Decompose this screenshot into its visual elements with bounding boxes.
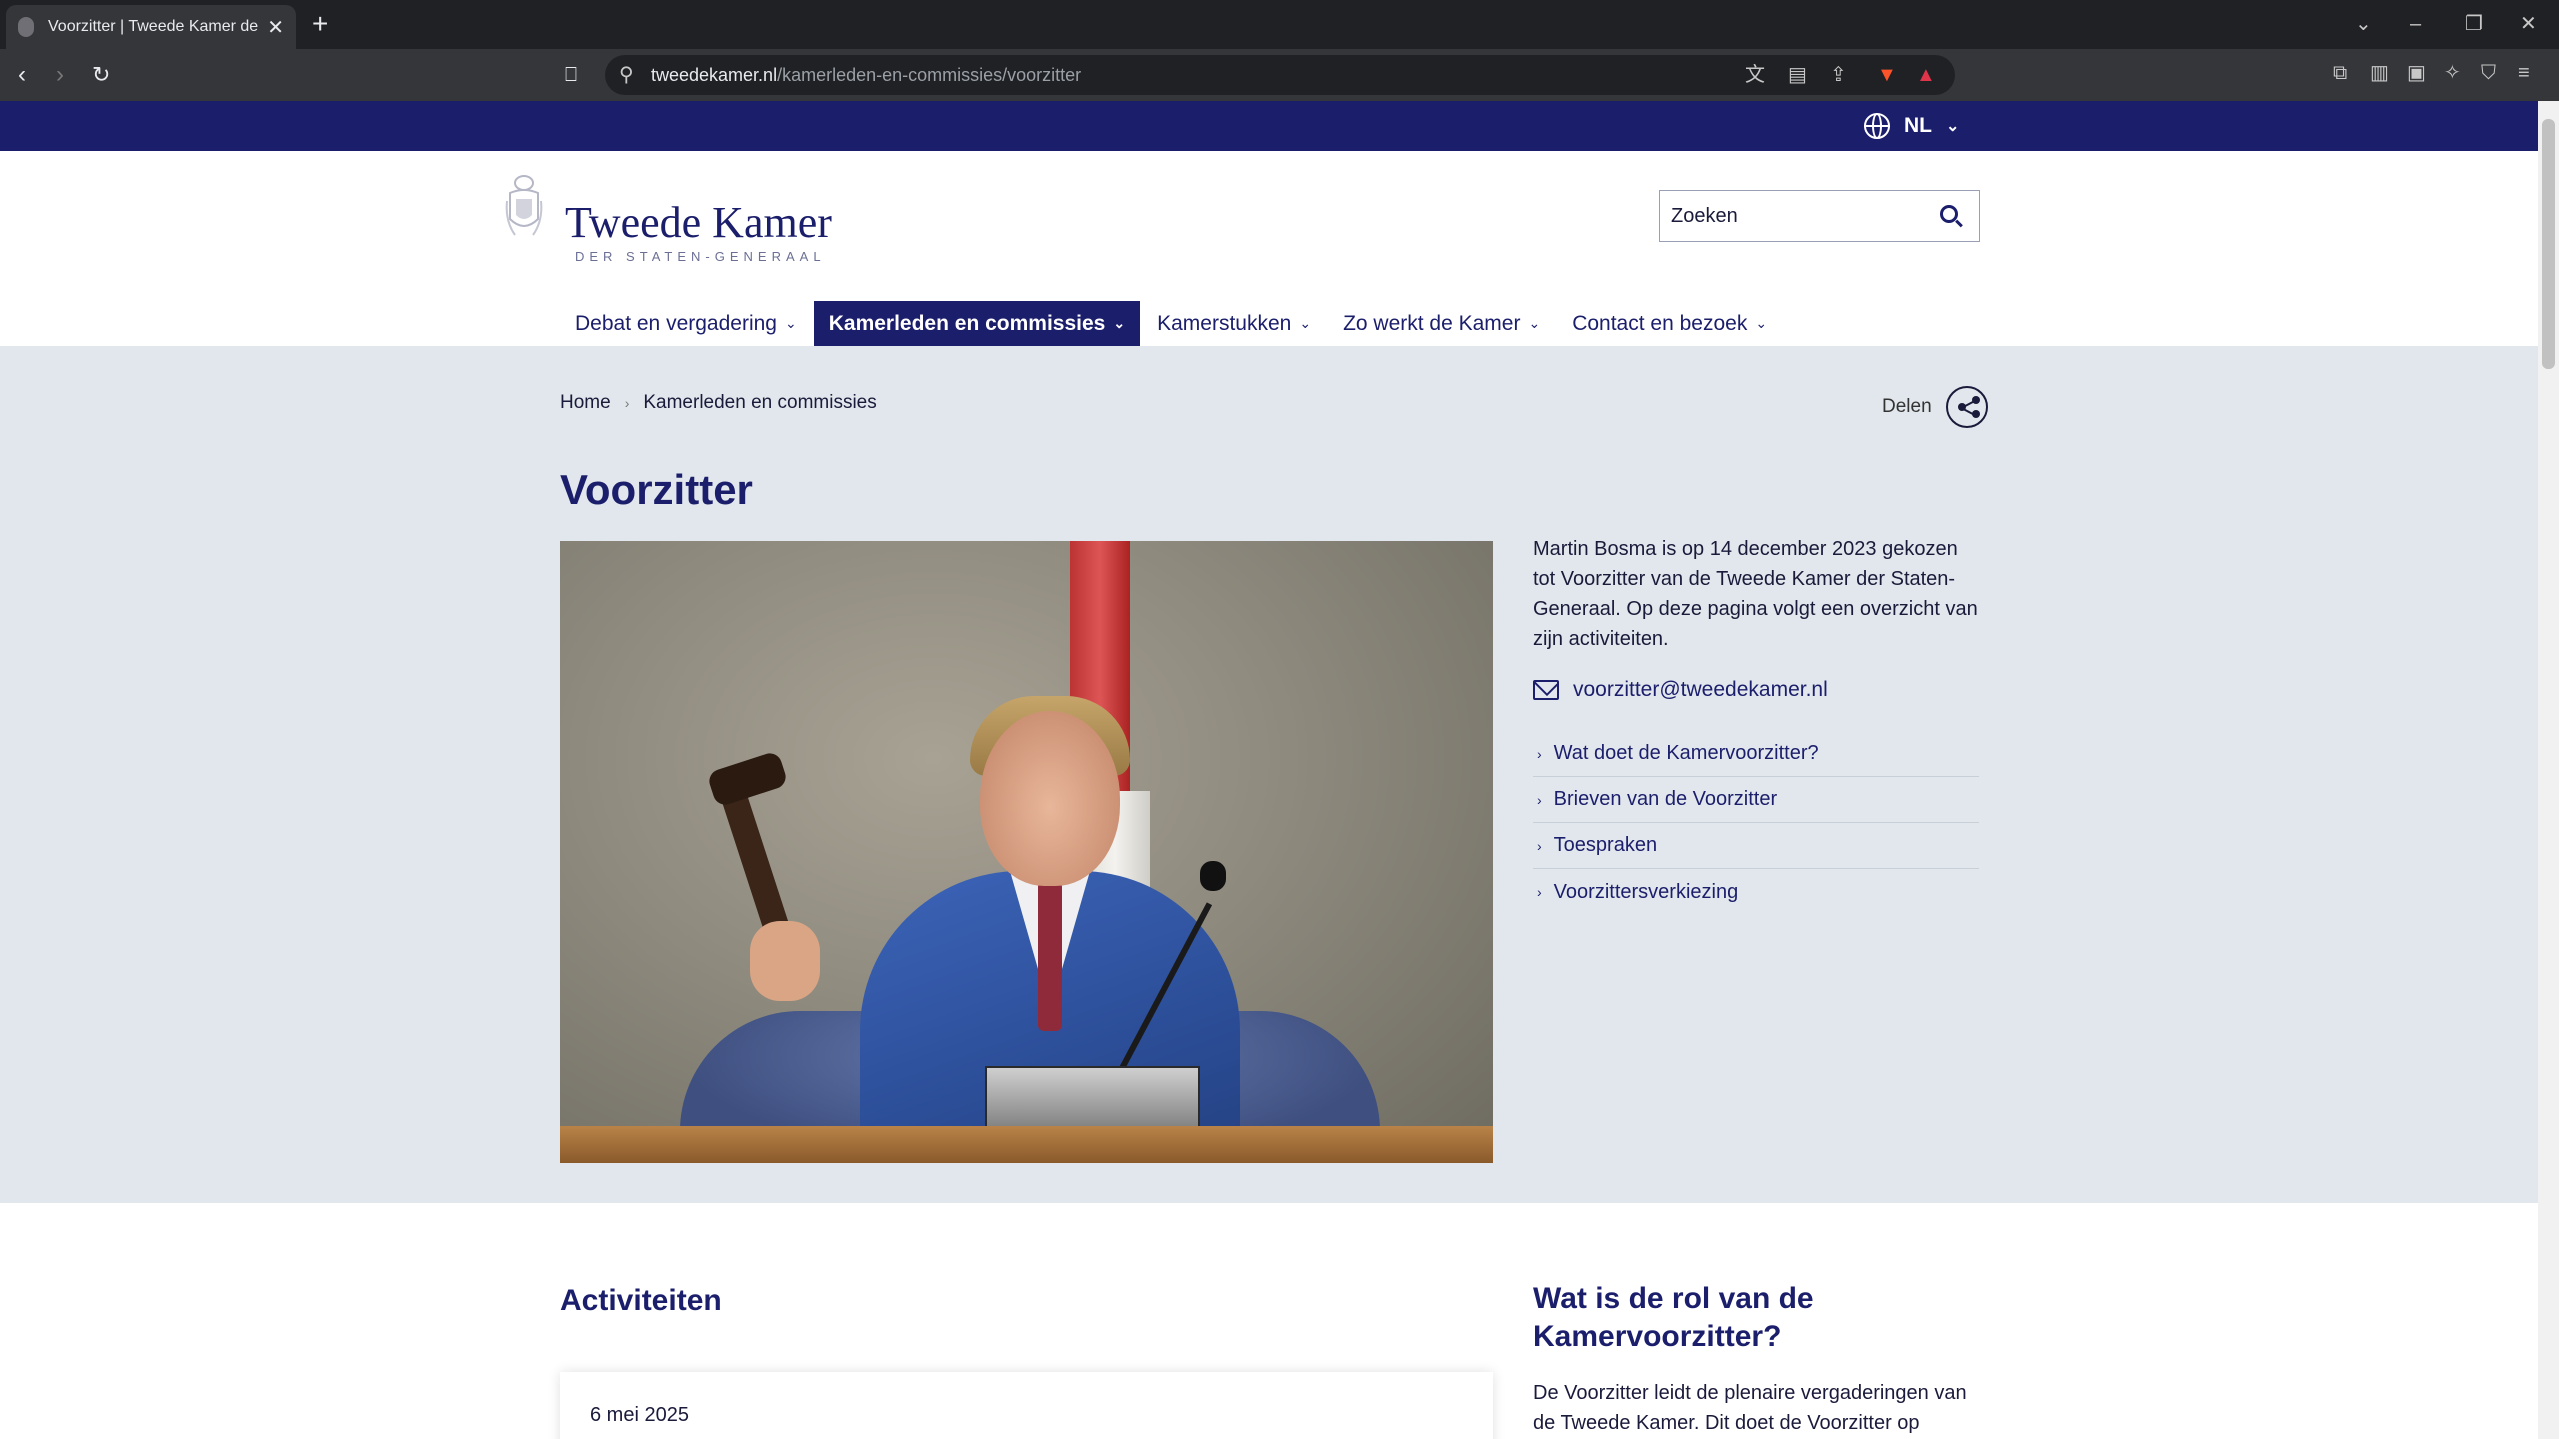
hero-section: Home › Kamerleden en commissies Delen Vo…	[0, 346, 2538, 1203]
nav-item-kamerstukken[interactable]: Kamerstukken ⌄	[1142, 301, 1326, 346]
link-label: Voorzittersverkiezing	[1553, 880, 1739, 903]
language-label: NL	[1904, 114, 1932, 137]
reader-mode-icon[interactable]: ▤	[1788, 64, 1807, 86]
mail-icon	[1533, 680, 1559, 700]
chevron-down-icon: ⌄	[1299, 315, 1312, 331]
chevron-down-icon: ⌄	[1528, 315, 1541, 331]
share-label: Delen	[1882, 396, 1932, 417]
link-label: Brieven van de Voorzitter	[1553, 788, 1778, 810]
nav-item-kamerleden-en-commissies[interactable]: Kamerleden en commissies ⌄	[813, 301, 1141, 346]
nav-item-label: Kamerstukken	[1157, 311, 1292, 335]
activity-date: 6 mei 2025	[590, 1404, 689, 1426]
url-path: /kamerleden-en-commissies/voorzitter	[777, 65, 1082, 85]
nav-item-label: Debat en vergadering	[575, 311, 777, 335]
nav-item-contact-en-bezoek[interactable]: Contact en bezoek ⌄	[1557, 301, 1782, 346]
nav-item-debat-en-vergadering[interactable]: Debat en vergadering ⌄	[560, 301, 812, 346]
minimize-icon[interactable]: –	[2410, 10, 2421, 38]
nav-item-label: Contact en bezoek	[1572, 311, 1748, 335]
vpn-icon[interactable]: ⛉	[2481, 62, 2496, 84]
brave-shields-icon[interactable]: ▼	[1877, 64, 1897, 86]
chevron-down-icon: ⌄	[1755, 315, 1768, 331]
chevron-right-icon: ›	[1537, 791, 1542, 808]
search-input[interactable]	[1660, 191, 1920, 241]
url-domain: tweedekamer.nl	[651, 65, 778, 85]
intro-text: Martin Bosma is op 14 december 2023 geko…	[1533, 538, 1978, 650]
email-link[interactable]: voorzitter@tweedekamer.nl	[1533, 678, 1828, 702]
share-icon	[1945, 386, 1988, 428]
chevron-down-icon: ⌄	[1946, 118, 1960, 135]
sidebar-icon[interactable]: ▥	[2370, 62, 2389, 84]
link-brieven-van-de-voorzitter[interactable]: › Brieven van de Voorzitter	[1533, 777, 1979, 823]
page-scrollbar[interactable]	[2538, 101, 2559, 1439]
chevron-down-icon: ⌄	[1113, 315, 1126, 331]
email-address: voorzitter@tweedekamer.nl	[1573, 678, 1828, 701]
breadcrumb: Home › Kamerleden en commissies	[560, 392, 877, 414]
link-label: Toespraken	[1553, 834, 1658, 856]
chevron-right-icon: ›	[1537, 884, 1542, 900]
extensions-icon[interactable]: ⧉	[2333, 62, 2347, 84]
close-tab-icon[interactable]: ✕	[267, 15, 284, 40]
link-voorzittersverkiezing[interactable]: › Voorzittersverkiezing	[1533, 869, 1979, 915]
url-text[interactable]: tweedekamer.nl/kamerleden-en-commissies/…	[651, 65, 1081, 86]
link-wat-doet-de-kamervoorzitter[interactable]: › Wat doet de Kamervoorzitter?	[1533, 731, 1979, 777]
chevron-right-icon: ›	[1537, 837, 1542, 854]
wallet-icon[interactable]: ▣	[2407, 62, 2426, 84]
browser-tab-bar: Voorzitter | Tweede Kamer der S ✕ + ⌄ – …	[0, 0, 2559, 49]
search-box	[1659, 190, 1980, 242]
restore-icon[interactable]: ❐	[2465, 10, 2483, 38]
role-text: De Voorzitter leidt de plenaire vergader…	[1533, 1382, 1967, 1434]
chevron-down-icon: ⌄	[784, 315, 797, 331]
logo-title[interactable]: Tweede Kamer	[565, 197, 832, 248]
share-page-icon[interactable]: ⇪	[1830, 64, 1847, 86]
address-bar[interactable]: ⚲ tweedekamer.nl/kamerleden-en-commissie…	[605, 55, 1955, 95]
site-top-bar: NL ⌄	[0, 101, 2538, 151]
breadcrumb-current-link[interactable]: Kamerleden en commissies	[643, 392, 876, 414]
nav-item-zo-werkt-de-kamer[interactable]: Zo werkt de Kamer ⌄	[1328, 301, 1555, 346]
site-header: Tweede Kamer DER STATEN-GENERAAL Debat e…	[0, 151, 2538, 346]
logo-subtitle: DER STATEN-GENERAAL	[575, 249, 826, 264]
reload-icon[interactable]: ↻	[92, 63, 110, 87]
nav-item-label: Zo werkt de Kamer	[1343, 311, 1521, 335]
tab-title: Voorzitter | Tweede Kamer der S	[48, 18, 258, 35]
scrollbar-thumb[interactable]	[2542, 119, 2555, 369]
bookmark-icon[interactable]: ⎕	[565, 63, 577, 87]
chevron-right-icon: ›	[624, 395, 630, 411]
nav-item-label: Kamerleden en commissies	[828, 311, 1106, 335]
chevron-right-icon: ›	[1537, 745, 1542, 762]
menu-icon[interactable]: ≡	[2518, 62, 2530, 84]
window-close-icon[interactable]: ✕	[2520, 10, 2537, 38]
leo-ai-icon[interactable]: ✧	[2444, 62, 2461, 84]
site-settings-icon[interactable]: ⚲	[619, 64, 634, 86]
globe-icon	[1864, 113, 1890, 139]
browser-tab[interactable]: Voorzitter | Tweede Kamer der S ✕	[6, 5, 296, 49]
site-favicon-icon	[18, 17, 34, 37]
activity-card[interactable]: 6 mei 2025	[560, 1372, 1493, 1439]
browser-toolbar: ‹ › ↻ ⎕ ⚲ tweedekamer.nl/kamerleden-en-c…	[0, 49, 2559, 101]
crest-logo-icon[interactable]	[505, 171, 543, 245]
search-icon[interactable]	[1940, 205, 1958, 223]
link-label: Wat doet de Kamervoorzitter?	[1553, 742, 1819, 764]
activities-heading: Activiteiten	[560, 1284, 722, 1317]
related-links-list: › Wat doet de Kamervoorzitter? › Brieven…	[1533, 731, 1979, 915]
forward-icon[interactable]: ›	[56, 63, 64, 87]
chairman-photo	[560, 541, 1493, 1163]
back-icon[interactable]: ‹	[18, 63, 26, 87]
page-title: Voorzitter	[560, 466, 753, 513]
language-selector[interactable]: NL ⌄	[1864, 113, 1959, 139]
link-toespraken[interactable]: › Toespraken	[1533, 823, 1979, 869]
brave-rewards-icon[interactable]: ▲	[1916, 64, 1936, 86]
share-button[interactable]: Delen	[1882, 386, 1988, 428]
tab-search-icon[interactable]: ⌄	[2355, 10, 2372, 38]
new-tab-icon[interactable]: +	[312, 10, 328, 38]
breadcrumb-home-link[interactable]: Home	[560, 392, 611, 414]
role-heading: Wat is de rol van de Kamervoorzitter?	[1533, 1282, 1814, 1353]
main-navigation: Debat en vergadering ⌄ Kamerleden en com…	[560, 301, 1784, 346]
translate-icon[interactable]: 文	[1745, 64, 1765, 86]
